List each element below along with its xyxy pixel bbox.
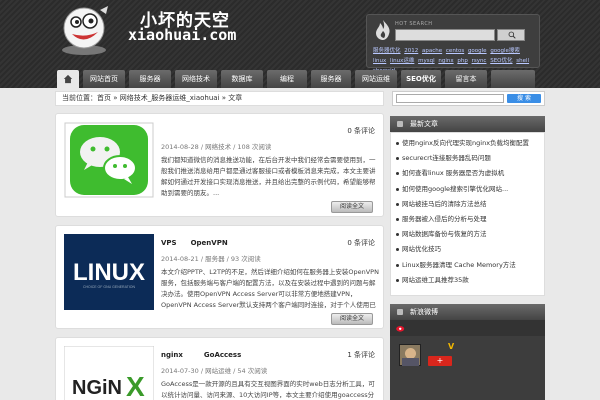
recent-post-link[interactable]: 如何查看linux 服务器是否为虚拟机 [391, 166, 544, 181]
tag-link[interactable]: nginx [438, 58, 453, 64]
nav-item[interactable]: 网站运维 [355, 70, 397, 88]
tag-link[interactable]: google [468, 48, 487, 54]
weibo-profile: V + [390, 336, 545, 400]
tag-link[interactable]: mysql [418, 58, 435, 64]
recent-post-link[interactable]: 网站优化技巧 [391, 242, 544, 257]
post-comment-count[interactable]: 0 条评论 [347, 126, 375, 136]
svg-text:CHOICE OF GNU GENERATION: CHOICE OF GNU GENERATION [83, 285, 136, 289]
wechat-thumbnail[interactable] [64, 122, 154, 198]
nav-item[interactable]: 数据库 [221, 70, 263, 88]
nav-item-blank[interactable] [491, 70, 535, 88]
sidebar-search-button[interactable]: 搜 索 [507, 94, 541, 103]
nav-home[interactable] [57, 70, 79, 88]
logo-title-en[interactable]: xiaohuai.com [128, 26, 236, 44]
weibo-logo-icon[interactable] [396, 324, 406, 332]
mascot-logo-icon[interactable] [56, 4, 116, 56]
recent-post-link[interactable]: 网站运维工具推荐35款 [391, 273, 544, 288]
post-title[interactable]: VPS OpenVPN [161, 238, 228, 248]
svg-text:LINUX: LINUX [73, 259, 145, 286]
nginx-thumbnail[interactable]: NGiN X [64, 346, 154, 400]
site-header: 小坏的天空 xiaohuai.com HOT SEARCH 服务器优化 2012… [0, 0, 600, 88]
post-card: NGiN X nginx GoAccess 1 条评论 2014-07-30 /… [55, 337, 384, 400]
post-meta: 2014-08-21 / 服务器 / 93 次阅读 [161, 255, 261, 263]
post-meta: 2014-08-28 / 网络技术 / 108 次阅读 [161, 143, 272, 151]
recent-post-link[interactable]: Linux服务器清理 Cache Memory方法 [391, 258, 544, 273]
svg-text:X: X [126, 371, 145, 400]
svg-text:NGiN: NGiN [72, 377, 122, 399]
weibo-header: 新浪微博 [390, 304, 545, 320]
home-icon [63, 74, 73, 84]
nav-item[interactable]: 服务器 [129, 70, 171, 88]
post-excerpt: 本文介绍PPTP、L2TP的不足，然后详细介绍如何在服务器上安装OpenVPN服… [161, 268, 379, 309]
post-card: LINUX CHOICE OF GNU GENERATION VPS OpenV… [55, 225, 384, 329]
recent-posts-title: 最新文章 [410, 120, 438, 128]
sidebar-search: 搜 索 [392, 91, 545, 106]
tag-link[interactable]: rsync [472, 58, 487, 64]
read-more-button[interactable]: 阅读全文 [331, 313, 373, 325]
recent-post-link[interactable]: 使用nginx反向代理实现nginx负载均衡配置 [391, 136, 544, 151]
breadcrumb: 当前位置：首页 » 网络技术_服务器运维_xiaohuai » 文章 [55, 91, 384, 106]
post-title[interactable]: nginx GoAccess [161, 350, 241, 360]
tag-link[interactable]: 2012 [404, 48, 418, 54]
post-excerpt: 我们都知道微信的消息推送功能，在后台开发中我们经常会需要使用到，一般我们推送消息… [161, 156, 376, 197]
follow-button[interactable]: + [428, 356, 452, 366]
tag-link[interactable]: google搜索 [490, 48, 520, 54]
recent-posts-list: 使用nginx反向代理实现nginx负载均衡配置 securecrt连接服务器乱… [390, 132, 545, 296]
post-comment-count[interactable]: 0 条评论 [347, 238, 375, 248]
sidebar-search-input[interactable] [396, 94, 504, 103]
nav-item[interactable]: 留言本 [445, 70, 487, 88]
tag-link[interactable]: linux运维 [390, 58, 414, 64]
hot-search-box: HOT SEARCH 服务器优化 2012 apache centos goog… [366, 14, 540, 74]
nav-item[interactable]: 网站首页 [83, 70, 125, 88]
nav-item[interactable]: 编程 [267, 70, 307, 88]
tag-link[interactable]: apache [422, 48, 442, 54]
recent-post-link[interactable]: 网站被挂马后的清除方法总结 [391, 197, 544, 212]
hot-search-label: HOT SEARCH [395, 21, 433, 27]
nav-item[interactable]: 服务器 [311, 70, 351, 88]
avatar[interactable] [399, 344, 421, 366]
read-more-button[interactable]: 阅读全文 [331, 201, 373, 213]
verified-badge: V [448, 342, 455, 351]
tag-link[interactable]: linux [373, 58, 386, 64]
flame-icon [376, 20, 390, 40]
recent-post-link[interactable]: 服务器被入侵后的分析与处理 [391, 212, 544, 227]
nav-item-seo[interactable]: SEO优化 [401, 70, 441, 88]
weibo-title: 新浪微博 [410, 308, 438, 316]
post-card: 0 条评论 2014-08-28 / 网络技术 / 108 次阅读 我们都知道微… [55, 113, 384, 217]
nav-item[interactable]: 网络技术 [175, 70, 217, 88]
list-icon [397, 121, 403, 127]
header-search-button[interactable] [497, 29, 525, 41]
post-excerpt: GoAccess是一款开源的且具有交互视图界面的实时web日志分析工具，可以统计… [161, 380, 375, 399]
linux-thumbnail[interactable]: LINUX CHOICE OF GNU GENERATION [64, 234, 154, 310]
main-nav: 网站首页 服务器 网络技术 数据库 编程 服务器 网站运维 留言本 SEO优化 [0, 68, 600, 88]
search-icon [508, 31, 516, 39]
list-icon [397, 309, 403, 315]
post-meta: 2014-07-30 / 网站运维 / 54 次阅读 [161, 367, 268, 375]
recent-post-link[interactable]: securecrt连接服务器乱码问题 [391, 151, 544, 166]
tag-link[interactable]: shell [516, 58, 529, 64]
recent-post-link[interactable]: 如何使用google搜索引擎优化网站... [391, 182, 544, 197]
post-comment-count[interactable]: 1 条评论 [347, 350, 375, 360]
weibo-topbar [390, 320, 545, 336]
recent-posts-header: 最新文章 [390, 116, 545, 132]
recent-post-link[interactable]: 网站数据库备份与恢复的方法 [391, 227, 544, 242]
tag-link[interactable]: php [457, 58, 467, 64]
tag-link[interactable]: SEO优化 [490, 58, 512, 64]
header-search-input[interactable] [395, 29, 495, 41]
tag-link[interactable]: 服务器优化 [373, 48, 401, 54]
tag-link[interactable]: centos [446, 48, 464, 54]
